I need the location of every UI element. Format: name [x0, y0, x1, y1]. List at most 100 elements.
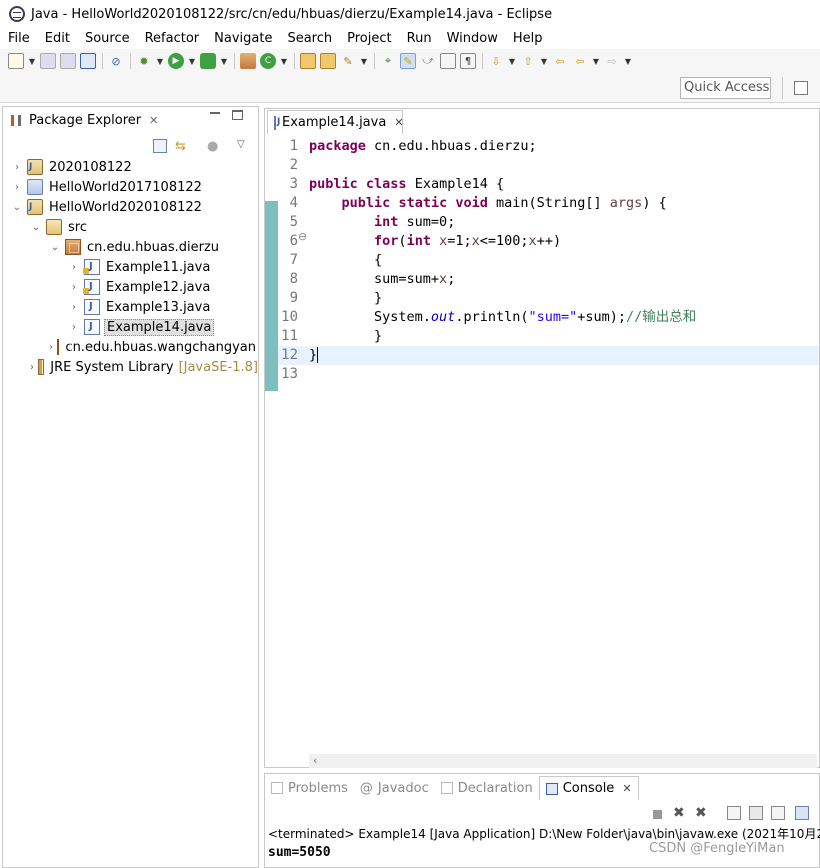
- close-icon[interactable]: ✕: [149, 114, 158, 127]
- clear-console-icon[interactable]: [727, 806, 741, 820]
- tree-item-example12[interactable]: › Example12.java: [3, 277, 258, 297]
- word-wrap-icon[interactable]: [771, 806, 785, 820]
- tree-item-package-dierzu[interactable]: ⌄ cn.edu.hbuas.dierzu: [3, 237, 258, 257]
- menu-search[interactable]: Search: [279, 31, 339, 46]
- last-edit-location-icon[interactable]: ⇦: [552, 53, 568, 69]
- tree-item-helloworld2017108122[interactable]: › HelloWorld2017108122: [3, 177, 258, 197]
- fold-collapse-icon[interactable]: ⊖: [298, 230, 307, 243]
- forward-icon[interactable]: ⇨: [604, 53, 620, 69]
- expand-icon[interactable]: ›: [68, 321, 80, 333]
- skip-breakpoints-icon[interactable]: ⊘: [108, 53, 124, 69]
- menu-run[interactable]: Run: [399, 31, 439, 46]
- save-icon[interactable]: [40, 53, 56, 69]
- menu-source[interactable]: Source: [77, 31, 137, 46]
- code-line[interactable]: 13: [265, 365, 819, 384]
- previous-annotation-dropdown-icon[interactable]: ▼: [540, 53, 548, 69]
- code-line[interactable]: 4 public static void main(String[] args)…: [265, 194, 819, 213]
- new-dropdown-icon[interactable]: ▼: [28, 53, 36, 69]
- collapse-icon[interactable]: ⌄: [49, 241, 61, 253]
- tab-declaration[interactable]: Declaration: [435, 776, 539, 800]
- minimize-icon[interactable]: [210, 112, 220, 114]
- open-perspective-icon[interactable]: [794, 81, 808, 95]
- code-line[interactable]: 12}: [265, 346, 819, 365]
- tree-item-src[interactable]: ⌄ src: [3, 217, 258, 237]
- collapse-all-icon[interactable]: [153, 139, 167, 153]
- back-icon[interactable]: ⇦: [572, 53, 588, 69]
- new-class-dropdown-icon[interactable]: ▼: [280, 53, 288, 69]
- maximize-icon[interactable]: [232, 110, 243, 120]
- scroll-lock-icon[interactable]: [749, 806, 763, 820]
- horizontal-scrollbar[interactable]: ‹: [309, 754, 817, 768]
- code-line[interactable]: 9 }: [265, 289, 819, 308]
- new-java-class-icon[interactable]: C: [260, 53, 276, 69]
- expand-icon[interactable]: ›: [68, 301, 80, 313]
- expand-icon[interactable]: ›: [11, 181, 23, 193]
- tree-item-example11[interactable]: › Example11.java: [3, 257, 258, 277]
- quick-access-input[interactable]: Quick Access: [680, 77, 771, 99]
- code-line[interactable]: 6 for(int x=1;x<=100;x++): [265, 232, 819, 251]
- debug-dropdown-icon[interactable]: ▼: [156, 53, 164, 69]
- tab-problems[interactable]: Problems: [265, 776, 354, 800]
- editor-tab-example14[interactable]: Example14.java ✕: [267, 110, 404, 134]
- code-line[interactable]: 5 int sum=0;: [265, 213, 819, 232]
- menu-file[interactable]: File: [0, 31, 37, 46]
- tree-item-helloworld2020108122[interactable]: ⌄ HelloWorld2020108122: [3, 197, 258, 217]
- package-explorer-tab[interactable]: Package Explorer ✕: [3, 107, 258, 133]
- tree-item-package-wangchangyan[interactable]: › cn.edu.hbuas.wangchangyan: [3, 337, 258, 357]
- open-task-icon[interactable]: [320, 53, 336, 69]
- code-line[interactable]: 11 }: [265, 327, 819, 346]
- remove-all-launches-icon[interactable]: ✖: [695, 806, 709, 820]
- tree-item-example13[interactable]: › Example13.java: [3, 297, 258, 317]
- code-area[interactable]: 13 12} 11 } 10 System.out.println("sum="+su…: [265, 137, 819, 768]
- menu-project[interactable]: Project: [339, 31, 398, 46]
- menu-navigate[interactable]: Navigate: [206, 31, 279, 46]
- coverage-dropdown-icon[interactable]: ▼: [220, 53, 228, 69]
- link-with-editor-icon[interactable]: ⇆: [175, 139, 189, 154]
- remove-launch-icon[interactable]: ✖: [673, 806, 687, 820]
- next-annotation-icon[interactable]: ⇩: [488, 53, 504, 69]
- toggle-highlight-icon[interactable]: ✎: [400, 53, 416, 69]
- close-icon[interactable]: ✕: [622, 782, 631, 795]
- code-line[interactable]: 3 public class Example14 {: [265, 175, 819, 194]
- back-dropdown-icon[interactable]: ▼: [592, 53, 600, 69]
- expand-icon[interactable]: ›: [68, 261, 80, 273]
- menu-help[interactable]: Help: [505, 31, 550, 46]
- paragraph-icon[interactable]: ¶: [460, 53, 476, 69]
- terminate-icon[interactable]: [653, 810, 662, 819]
- scroll-left-icon[interactable]: ‹: [313, 754, 317, 767]
- search-dropdown-icon[interactable]: ▼: [360, 53, 368, 69]
- tree-item-jre-library[interactable]: › JRE System Library [JavaSE-1.8]: [3, 357, 258, 377]
- menu-window[interactable]: Window: [439, 31, 505, 46]
- open-type-icon[interactable]: [300, 53, 316, 69]
- forward-dropdown-icon[interactable]: ▼: [624, 53, 632, 69]
- save-all-icon[interactable]: [60, 53, 76, 69]
- code-line[interactable]: 8 sum=sum+x;: [265, 270, 819, 289]
- display-console-icon[interactable]: [795, 806, 809, 820]
- console-view-icon[interactable]: [80, 53, 96, 69]
- code-line[interactable]: 2: [265, 156, 819, 175]
- focus-active-task-icon[interactable]: ●: [207, 139, 221, 154]
- expand-icon[interactable]: ›: [68, 281, 80, 293]
- show-whitespace-icon[interactable]: [440, 53, 456, 69]
- new-icon[interactable]: [8, 53, 24, 69]
- previous-annotation-icon[interactable]: ⇧: [520, 53, 536, 69]
- tab-javadoc[interactable]: @ Javadoc: [354, 776, 435, 800]
- collapse-icon[interactable]: ⌄: [30, 221, 42, 233]
- search-icon[interactable]: ✎: [340, 53, 356, 69]
- menu-refactor[interactable]: Refactor: [137, 31, 207, 46]
- code-line[interactable]: 1 package cn.edu.hbuas.dierzu;: [265, 137, 819, 156]
- tree-item-2020108122[interactable]: › 2020108122: [3, 157, 258, 177]
- toggle-mark-occurrences-icon[interactable]: ⌖: [380, 53, 396, 69]
- next-annotation-dropdown-icon[interactable]: ▼: [508, 53, 516, 69]
- collapse-icon[interactable]: ⌄: [11, 201, 23, 213]
- expand-icon[interactable]: ›: [49, 341, 53, 353]
- run-dropdown-icon[interactable]: ▼: [188, 53, 196, 69]
- expand-icon[interactable]: ›: [30, 361, 34, 373]
- close-icon[interactable]: ✕: [394, 116, 403, 129]
- menu-edit[interactable]: Edit: [37, 31, 77, 46]
- tree-item-example14[interactable]: › Example14.java: [3, 317, 258, 337]
- tab-console[interactable]: Console ✕: [538, 776, 639, 800]
- debug-icon[interactable]: ✹: [136, 53, 152, 69]
- new-java-package-icon[interactable]: [240, 53, 256, 69]
- expand-icon[interactable]: ›: [11, 161, 23, 173]
